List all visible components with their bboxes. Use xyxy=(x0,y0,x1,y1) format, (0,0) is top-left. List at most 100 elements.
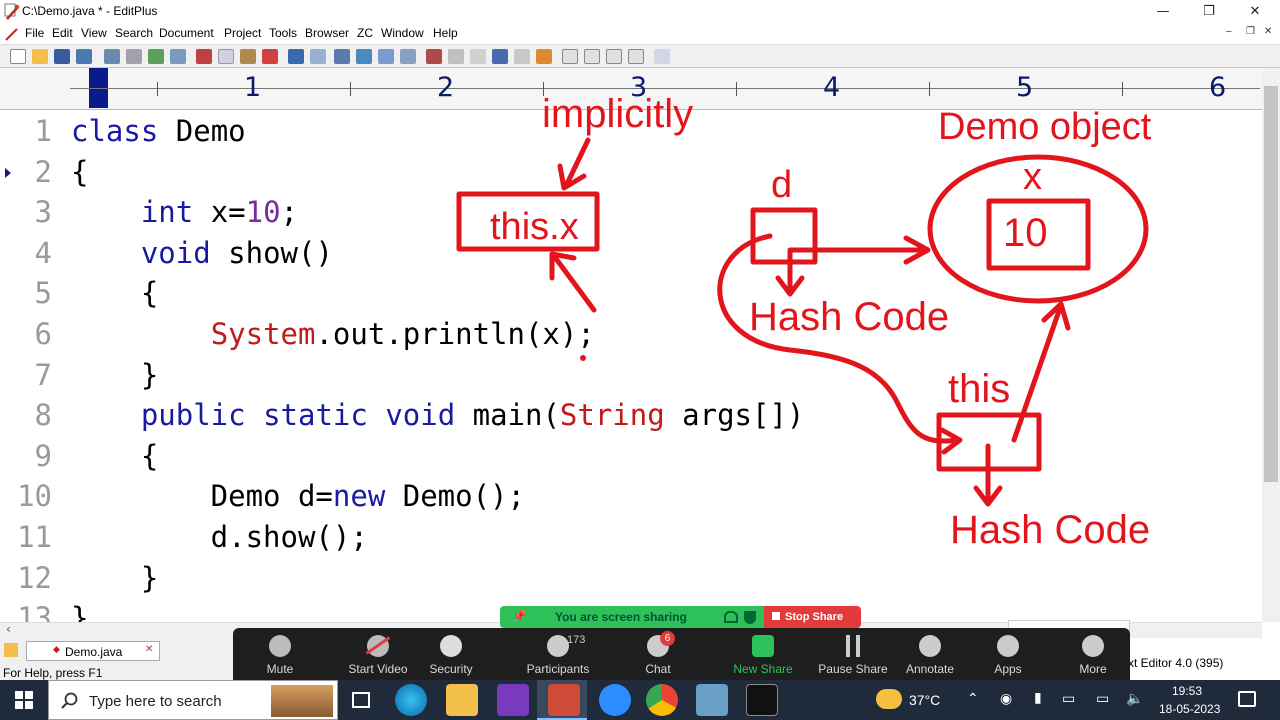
mdi-minimize-button[interactable]: ‒ xyxy=(1226,26,1232,37)
battery-icon[interactable]: ▮ xyxy=(1034,689,1042,706)
line-number: 1 xyxy=(34,114,52,148)
help-icon[interactable] xyxy=(654,49,670,64)
menu-file[interactable]: File xyxy=(25,26,44,40)
window-tile-icon[interactable] xyxy=(562,49,578,64)
notifications-icon[interactable] xyxy=(1238,691,1256,707)
check-icon[interactable] xyxy=(536,49,552,64)
menu-document[interactable]: Document xyxy=(159,26,214,40)
replace-icon[interactable] xyxy=(356,49,372,64)
mdi-close-button[interactable]: ✕ xyxy=(1264,26,1272,37)
clock-time[interactable]: 19:53 xyxy=(1172,684,1202,698)
font-icon[interactable] xyxy=(426,49,442,64)
code-line[interactable]: int x=10; xyxy=(71,195,298,229)
redo-icon[interactable] xyxy=(310,49,326,64)
code-line[interactable]: System.out.println(x); xyxy=(71,317,595,351)
code-line[interactable]: { xyxy=(71,276,158,310)
goto-line-icon[interactable] xyxy=(400,49,416,64)
zoom-more-button[interactable]: More xyxy=(1068,628,1118,680)
browser-icon[interactable] xyxy=(170,49,186,64)
code-line[interactable]: } xyxy=(71,561,158,595)
display-icon[interactable]: ▭ xyxy=(1096,690,1109,707)
zoom-chat-button[interactable]: 6 Chat xyxy=(633,628,683,680)
zoom-pause-share-button[interactable]: Pause Share xyxy=(813,628,893,680)
scroll-left-arrow-icon[interactable]: ‹ xyxy=(6,622,11,636)
menu-project[interactable]: Project xyxy=(224,26,261,40)
close-button[interactable]: ✕ xyxy=(1232,0,1278,24)
zoom-app-icon[interactable] xyxy=(599,684,631,716)
folder-icon[interactable] xyxy=(4,643,18,657)
task-view-icon[interactable] xyxy=(352,692,370,708)
line-number-icon[interactable] xyxy=(514,49,530,64)
find-icon[interactable] xyxy=(334,49,350,64)
mdi-restore-button[interactable]: ❐ xyxy=(1246,26,1255,37)
zoom-start-video-button[interactable]: Start Video xyxy=(333,628,423,680)
window-cascade-icon[interactable] xyxy=(584,49,600,64)
code-line[interactable]: void show() xyxy=(71,236,333,270)
code-line[interactable]: } xyxy=(71,601,88,622)
ruler-icon[interactable] xyxy=(492,49,508,64)
file-tab-demo-java[interactable]: ◆ Demo.java ✕ xyxy=(26,641,160,661)
edge-icon[interactable] xyxy=(395,684,427,716)
zoom-new-share-button[interactable]: New Share xyxy=(728,628,798,680)
file-explorer-icon[interactable] xyxy=(446,684,478,716)
find-in-files-icon[interactable] xyxy=(378,49,394,64)
maximize-button[interactable]: ❐ xyxy=(1186,0,1232,24)
windows-start-icon[interactable] xyxy=(15,691,33,709)
taskbar-search-box[interactable]: Type here to search xyxy=(48,680,338,720)
minimize-button[interactable]: — xyxy=(1140,0,1186,24)
close-tab-icon[interactable]: ✕ xyxy=(145,644,153,655)
zoom-apps-button[interactable]: Apps xyxy=(983,628,1033,680)
visual-studio-icon[interactable] xyxy=(497,684,529,716)
pin-icon[interactable]: 📌 xyxy=(512,609,527,623)
terminal-icon[interactable] xyxy=(746,684,778,716)
menu-browser[interactable]: Browser xyxy=(305,26,349,40)
clock-date[interactable]: 18-05-2023 xyxy=(1159,702,1220,716)
menu-tools[interactable]: Tools xyxy=(269,26,297,40)
open-folder-icon[interactable] xyxy=(32,49,48,64)
stop-share-label: Stop Share xyxy=(785,611,844,623)
code-line[interactable]: class Demo xyxy=(71,114,246,148)
annotation-this: this xyxy=(948,367,1011,411)
zoom-annotate-button[interactable]: Annotate xyxy=(898,628,962,680)
zoom-mute-button[interactable]: Mute xyxy=(255,628,305,680)
menu-edit[interactable]: Edit xyxy=(52,26,73,40)
word-wrap-icon[interactable] xyxy=(470,49,486,64)
menu-view[interactable]: View xyxy=(81,26,107,40)
network-icon[interactable]: ◉ xyxy=(1000,690,1012,707)
code-line[interactable]: { xyxy=(71,439,158,473)
undo-icon[interactable] xyxy=(288,49,304,64)
paste-icon[interactable] xyxy=(240,49,256,64)
code-line[interactable]: d.show(); xyxy=(71,520,368,554)
cut-icon[interactable] xyxy=(196,49,212,64)
hex-icon[interactable] xyxy=(448,49,464,64)
volume-icon[interactable]: 🔈 xyxy=(1126,690,1143,707)
menu-search[interactable]: Search xyxy=(115,26,153,40)
copy-icon[interactable] xyxy=(218,49,234,64)
new-file-icon[interactable] xyxy=(10,49,26,64)
stop-share-button[interactable]: Stop Share xyxy=(764,606,861,628)
print-icon[interactable] xyxy=(104,49,120,64)
app-icon[interactable] xyxy=(696,684,728,716)
spell-check-icon[interactable] xyxy=(148,49,164,64)
show-hidden-icons-icon[interactable]: ⌃ xyxy=(967,690,979,707)
output-window-icon[interactable] xyxy=(606,49,622,64)
save-icon[interactable] xyxy=(54,49,70,64)
code-line[interactable]: public static void main(String args[]) xyxy=(71,398,805,432)
wifi-icon[interactable]: ▭ xyxy=(1062,690,1075,707)
zoom-security-button[interactable]: Security xyxy=(423,628,479,680)
chrome-icon[interactable] xyxy=(646,684,678,716)
print-preview-icon[interactable] xyxy=(126,49,142,64)
scrollbar-thumb[interactable] xyxy=(1264,86,1278,482)
cliptext-icon[interactable] xyxy=(628,49,644,64)
code-line[interactable]: { xyxy=(71,155,88,189)
menu-help[interactable]: Help xyxy=(433,26,458,40)
delete-icon[interactable] xyxy=(262,49,278,64)
menu-zc[interactable]: ZC xyxy=(357,26,373,40)
menu-window[interactable]: Window xyxy=(381,26,424,40)
zoom-participants-button[interactable]: 173 Participants xyxy=(513,628,603,680)
code-line[interactable]: } xyxy=(71,358,158,392)
vertical-scrollbar[interactable] xyxy=(1262,68,1280,622)
save-all-icon[interactable] xyxy=(76,49,92,64)
code-line[interactable]: Demo d=new Demo(); xyxy=(71,479,525,513)
